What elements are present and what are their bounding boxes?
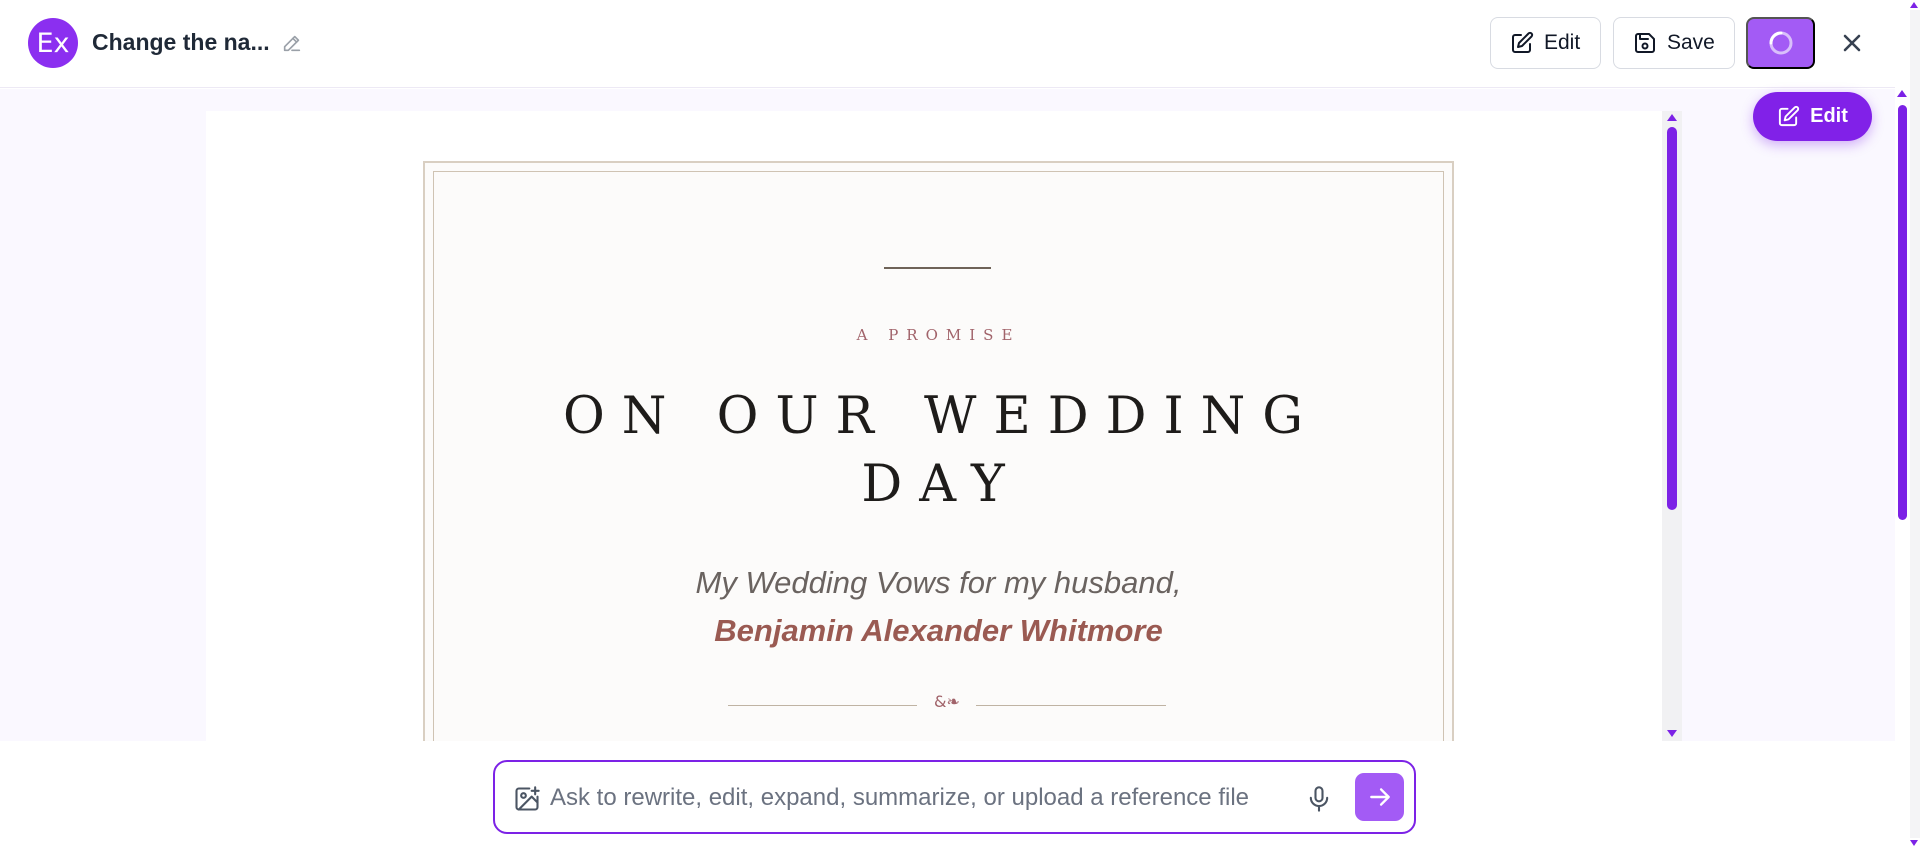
- close-icon: [1843, 34, 1861, 52]
- pencil-icon[interactable]: [281, 32, 303, 54]
- prompt-box: [493, 760, 1416, 834]
- card-title: ON OUR WEDDING DAY: [563, 387, 1320, 514]
- avatar[interactable]: Ex: [28, 18, 78, 68]
- panel-scroll-up-icon[interactable]: [1897, 90, 1907, 97]
- send-button[interactable]: [1355, 773, 1404, 821]
- edit-square-icon: [1779, 105, 1800, 127]
- card-kicker: A PROMISE: [856, 326, 1021, 344]
- editor-workspace: A PROMISE ON OUR WEDDING DAY My Wedding …: [0, 89, 1895, 741]
- prompt-area: [0, 741, 1895, 852]
- save-button-label: Save: [1667, 31, 1715, 54]
- edit-square-icon: [1512, 31, 1534, 53]
- document-scrollbar[interactable]: [1662, 111, 1682, 741]
- page-scroll-thumb[interactable]: [1898, 105, 1907, 520]
- close-button[interactable]: [1835, 24, 1869, 62]
- save-button[interactable]: Save: [1613, 17, 1735, 69]
- prompt-input[interactable]: [550, 778, 1310, 818]
- scroll-up-arrow-icon[interactable]: [1667, 114, 1677, 121]
- top-rule: [884, 267, 991, 269]
- top-bar: Ex Change the na... Edit Save: [0, 0, 1895, 88]
- floating-edit-button[interactable]: Edit: [1753, 92, 1872, 141]
- page-scrollbar[interactable]: [1895, 0, 1921, 852]
- image-plus-icon[interactable]: [513, 785, 541, 813]
- edit-button[interactable]: Edit: [1490, 17, 1601, 69]
- card-subtitle: My Wedding Vows for my husband,: [695, 565, 1182, 600]
- ornament-icon: &❧: [934, 692, 960, 711]
- loading-button[interactable]: [1746, 17, 1815, 69]
- spinner-icon: [1769, 31, 1792, 55]
- ornament-rule-left: [728, 705, 917, 706]
- document-scroll-thumb[interactable]: [1667, 127, 1677, 510]
- arrow-right-icon: [1369, 788, 1390, 806]
- document-page[interactable]: A PROMISE ON OUR WEDDING DAY My Wedding …: [206, 111, 1673, 741]
- document-title[interactable]: Change the na...: [92, 29, 270, 56]
- vow-card: A PROMISE ON OUR WEDDING DAY My Wedding …: [423, 161, 1454, 741]
- page-scroll-down-icon[interactable]: [1910, 840, 1918, 846]
- page-scroll-track[interactable]: [1910, 10, 1920, 838]
- scroll-down-arrow-icon[interactable]: [1667, 730, 1677, 737]
- card-recipient-name: Benjamin Alexander Whitmore: [714, 613, 1163, 648]
- microphone-icon[interactable]: [1305, 784, 1333, 814]
- save-disk-icon: [1635, 33, 1655, 53]
- edit-button-label: Edit: [1544, 31, 1581, 54]
- ornament-rule-right: [976, 705, 1166, 706]
- floating-edit-label: Edit: [1810, 105, 1848, 127]
- page-scroll-up-icon[interactable]: [1910, 2, 1918, 8]
